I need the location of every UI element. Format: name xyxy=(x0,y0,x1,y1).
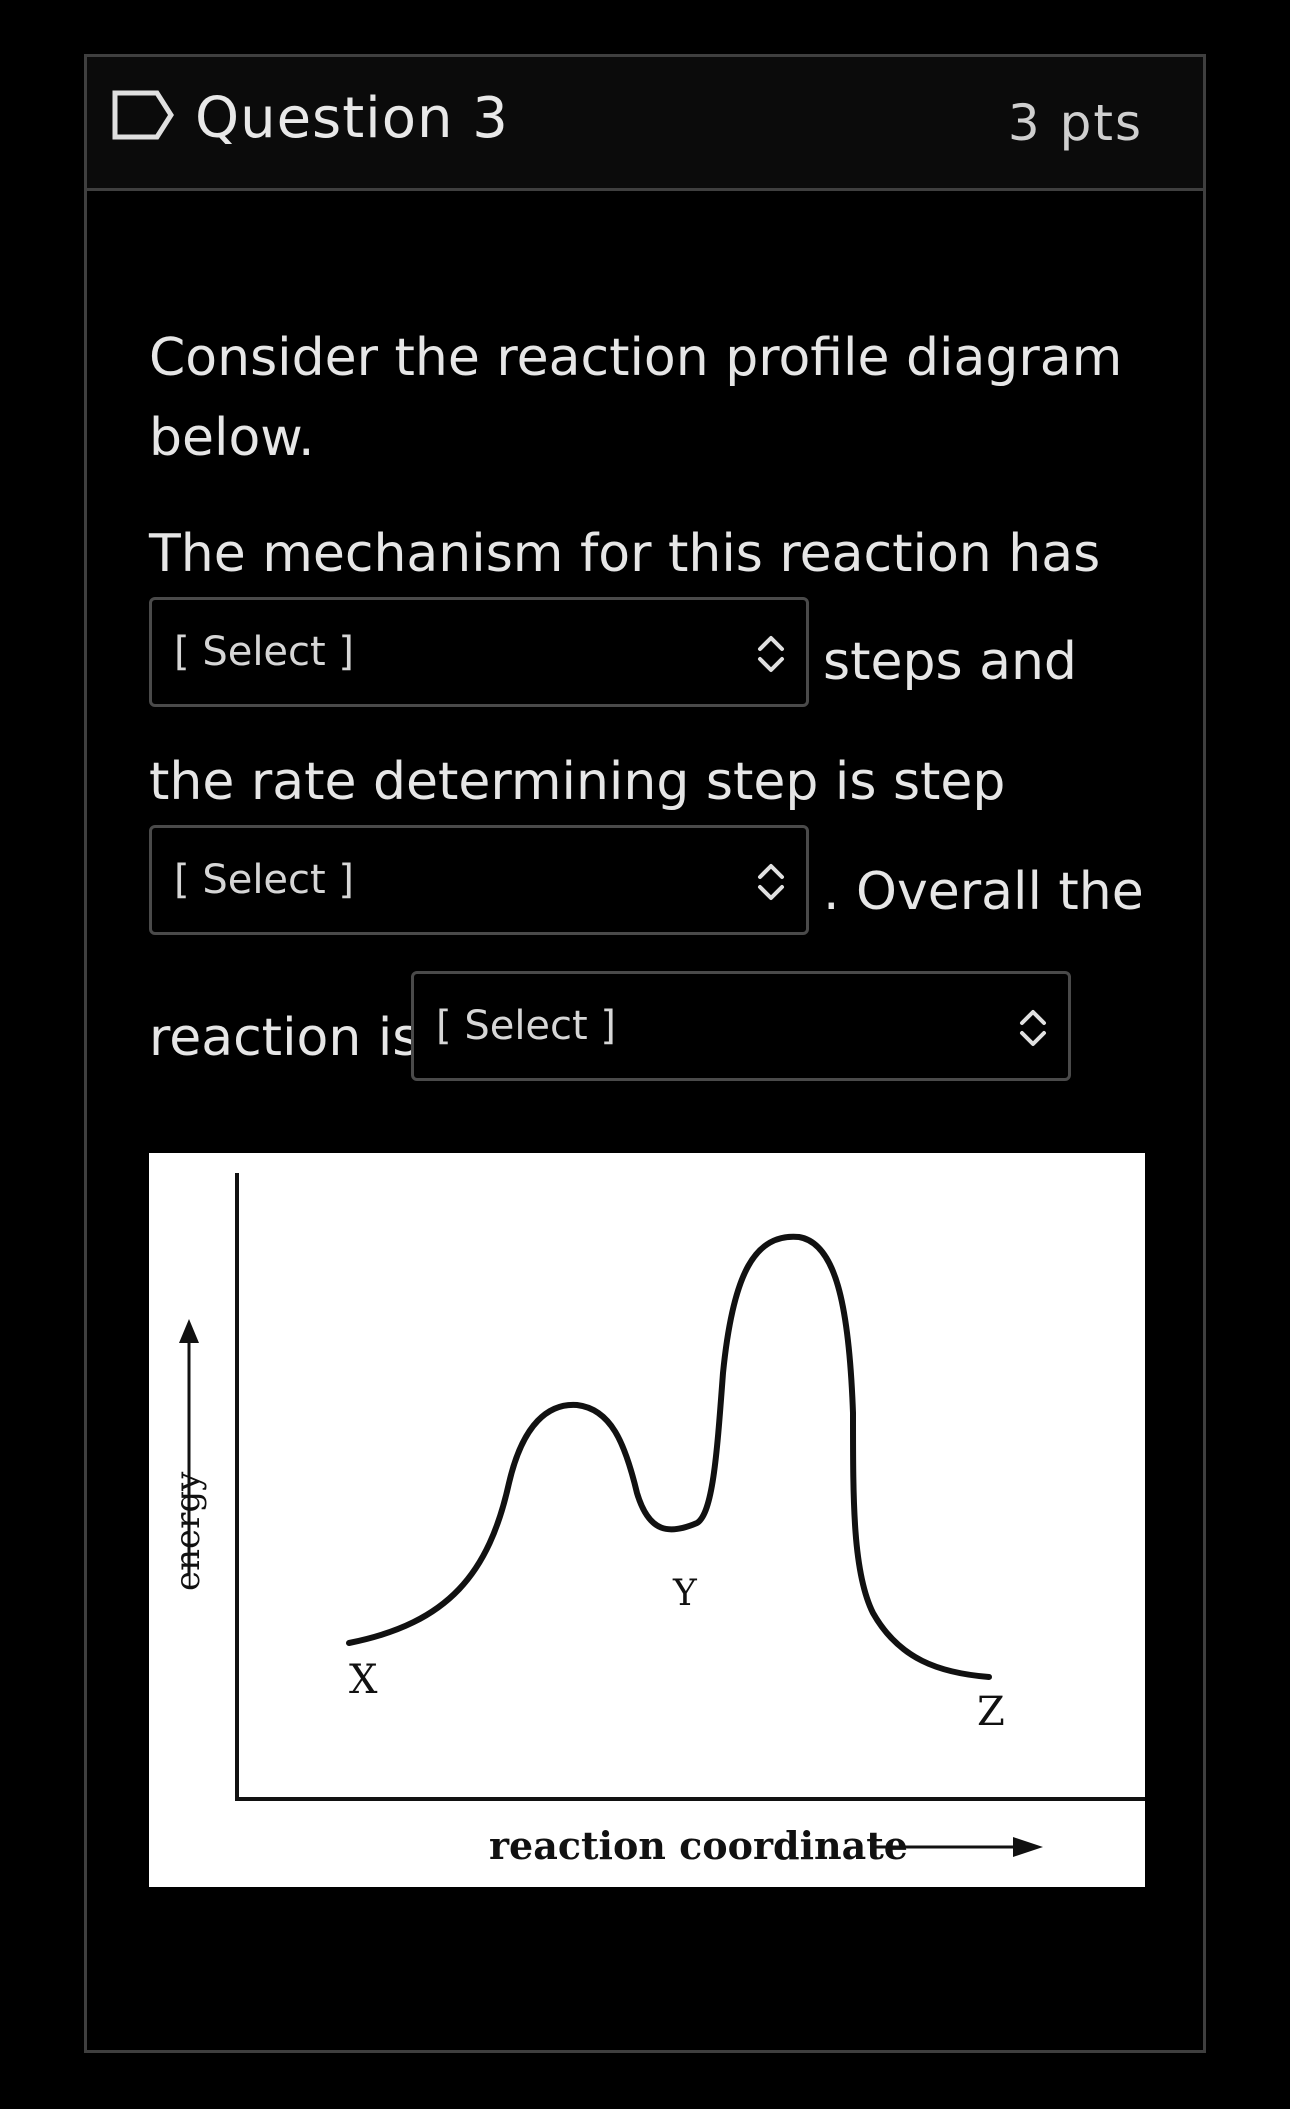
prompt-line-3: The mechanism for this reaction has xyxy=(149,524,1101,584)
rate-step-select[interactable]: [ Select ] xyxy=(149,825,809,935)
question-card: Question 3 3 pts Consider the reaction p… xyxy=(84,54,1206,2053)
energy-curve xyxy=(346,1233,992,1680)
prompt-before-select-3: reaction is xyxy=(149,1008,420,1068)
question-title: Question 3 xyxy=(195,86,509,151)
prompt-after-select-2: . Overall the xyxy=(823,862,1144,922)
point-label-z: Z xyxy=(977,1689,1005,1735)
x-axis-arrowhead xyxy=(1013,1837,1043,1857)
reaction-profile-diagram: energy reaction coordinate X Y Z xyxy=(149,1153,1145,1887)
question-header: Question 3 3 pts xyxy=(87,57,1203,191)
x-axis-label: reaction coordinate xyxy=(489,1823,908,1868)
updown-chevron-icon xyxy=(1020,1010,1046,1046)
updown-chevron-icon xyxy=(758,636,784,672)
updown-chevron-icon xyxy=(758,864,784,900)
prompt-line-4: the rate determining step is step xyxy=(149,752,1006,812)
point-label-y: Y xyxy=(672,1573,698,1614)
select-value: [ Select ] xyxy=(436,1003,617,1049)
overall-reaction-select[interactable]: [ Select ] xyxy=(411,971,1071,1081)
prompt-after-select-1: steps and xyxy=(823,632,1077,692)
select-value: [ Select ] xyxy=(174,629,355,675)
question-points: 3 pts xyxy=(1007,94,1143,152)
prompt-line-2: below. xyxy=(149,408,315,468)
reaction-profile-svg: energy reaction coordinate X Y Z xyxy=(168,1173,1145,1868)
y-axis-label: energy xyxy=(168,1471,208,1591)
point-label-x: X xyxy=(349,1657,378,1703)
flag-outline-icon[interactable] xyxy=(111,89,175,141)
prompt-line-1: Consider the reaction profile diagram xyxy=(149,328,1123,388)
steps-count-select[interactable]: [ Select ] xyxy=(149,597,809,707)
y-axis-arrowhead xyxy=(179,1319,199,1343)
select-value: [ Select ] xyxy=(174,857,355,903)
